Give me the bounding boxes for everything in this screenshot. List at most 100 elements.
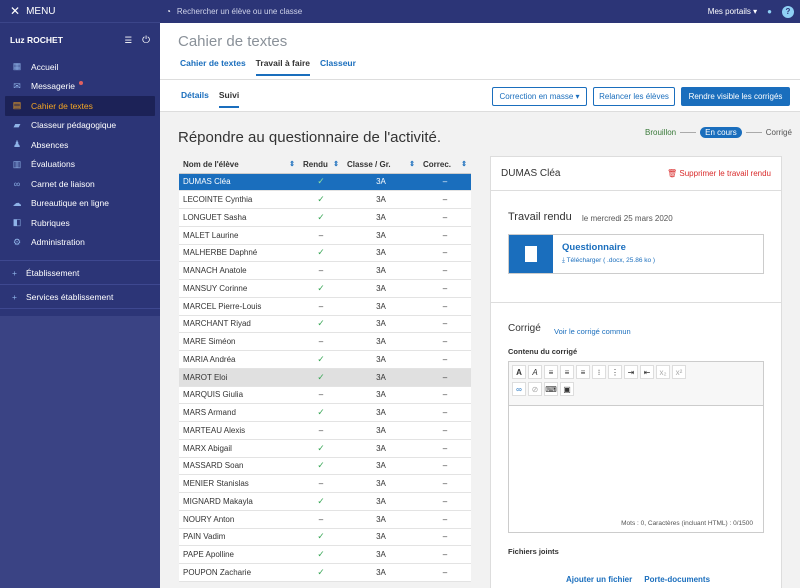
table-row[interactable]: MARE Siméon –3A – (179, 332, 471, 351)
correc-cell: – (419, 244, 471, 263)
sidebar-section-services[interactable]: + Services établissement (0, 285, 160, 309)
file-card[interactable]: Questionnaire ⤓ Télécharger ( .docx, 25.… (508, 234, 764, 274)
section-label: Services établissement (25, 291, 114, 302)
check-icon: ✓ (317, 407, 325, 418)
page-title: Cahier de textes (178, 33, 288, 50)
col-correc[interactable]: Correc. ⇕ (419, 156, 471, 174)
table-row[interactable]: MASSARD Soan ✓ 3A – (179, 457, 471, 476)
table-row[interactable]: MARCHANT Riyad ✓ 3A – (179, 315, 471, 334)
sidebar-item-6[interactable]: ∞ Carnet de liaison (0, 174, 160, 194)
table-row[interactable]: MIGNARD Makayla ✓ 3A – (179, 492, 471, 511)
align-center-icon[interactable]: ≡ (560, 365, 574, 379)
section-label: Établissement (25, 267, 80, 278)
outdent-icon[interactable]: ⇤ (640, 365, 654, 379)
sidebar-item-7[interactable]: ☁ Bureautique en ligne (0, 194, 160, 214)
table-row[interactable]: LONGUET Sasha ✓ 3A – (179, 208, 471, 227)
table-row[interactable]: MALHERBE Daphné ✓ 3A – (179, 244, 471, 263)
tab-travail[interactable]: Travail à faire (255, 58, 311, 76)
table-row[interactable]: MENIER Stanislas –3A – (179, 474, 471, 493)
numbered-list-icon[interactable]: ⋮ (608, 365, 622, 379)
tab-cahier[interactable]: Cahier de textes (180, 58, 246, 76)
porte-documents-link[interactable]: Porte-documents (644, 575, 710, 584)
menu-toggle[interactable]: ✕ MENU (0, 0, 160, 23)
close-icon: ✕ (10, 4, 21, 18)
rendu-cell: ✓ (299, 545, 343, 564)
tab-details[interactable]: Détails (181, 90, 209, 108)
sidebar-item-9[interactable]: ⚙ Administration (0, 233, 160, 253)
delete-work-link[interactable]: 🗑 Supprimer le travail rendu (667, 169, 771, 178)
subscript-icon[interactable]: x₂ (656, 365, 670, 379)
table-row[interactable]: POUPON Zacharie ✓ 3A – (179, 563, 471, 582)
sidebar-item-0[interactable]: ▦ Accueil (0, 57, 160, 77)
align-left-icon[interactable]: ≡ (544, 365, 558, 379)
classe-cell: 3A (343, 226, 419, 245)
check-icon: ✓ (317, 247, 325, 258)
col-name[interactable]: Nom de l'élève ⇕ (179, 156, 299, 174)
sidebar-item-4[interactable]: ♟ Absences (0, 135, 160, 155)
classe-cell: 3A (343, 474, 419, 493)
table-row[interactable]: MARCEL Pierre-Louis –3A – (179, 297, 471, 316)
table-row[interactable]: MAROT Eloi ✓ 3A – (179, 368, 471, 387)
correction-dropdown-button[interactable]: Correction en masse ▾ (492, 87, 587, 106)
relancer-button[interactable]: Relancer les élèves (593, 87, 675, 106)
sidebar-item-1[interactable]: ✉ Messagerie (0, 77, 160, 97)
power-icon[interactable]: ⏻ (142, 35, 150, 46)
col-classe[interactable]: Classe / Gr. ⇕ (343, 156, 419, 174)
table-row[interactable]: MANACH Anatole –3A – (179, 261, 471, 280)
bullet-list-icon[interactable]: ⁝ (592, 365, 606, 379)
table-row[interactable]: MARS Armand ✓ 3A – (179, 403, 471, 422)
settings-sliders-icon[interactable]: ☰ (124, 35, 132, 46)
table-row[interactable]: PAIN Vadim ✓ 3A – (179, 528, 471, 547)
gear-icon: ⚙ (12, 236, 22, 247)
table-row[interactable]: MALET Laurine –3A – (179, 226, 471, 245)
correc-cell: – (419, 279, 471, 298)
topbar: ◔ Rechercher un élève ou une classe Mes … (160, 0, 800, 23)
align-right-icon[interactable]: ≡ (576, 365, 590, 379)
check-icon: ✓ (317, 442, 325, 453)
help-icon[interactable]: ? (782, 5, 794, 18)
text-color-icon[interactable]: A (512, 365, 526, 379)
plus-icon: + (12, 267, 17, 278)
text-style-icon[interactable]: A (528, 365, 542, 379)
table-row[interactable]: DUMAS Cléa ✓ 3A – (179, 173, 471, 192)
table-row[interactable]: NOURY Anton –3A – (179, 510, 471, 529)
unlink-icon[interactable]: ⊘ (528, 382, 542, 396)
table-row[interactable]: MARTEAU Alexis –3A – (179, 421, 471, 440)
portals-dropdown[interactable]: Mes portails ▾ (708, 7, 757, 16)
table-row[interactable]: PAPE Apolline ✓ 3A – (179, 545, 471, 564)
search-input[interactable]: ◔ Rechercher un élève ou une classe (166, 7, 302, 16)
sidebar-item-5[interactable]: ▥ Évaluations (0, 155, 160, 175)
corrige-commun-link[interactable]: Voir le corrigé commun (554, 327, 631, 336)
table-row[interactable]: LECOINTE Cynthia ✓ 3A – (179, 190, 471, 209)
rich-text-editor[interactable]: A A ≡ ≡ ≡ ⁝ ⋮ ⇥ ⇤ x₂ x² ∞ ⊘ ⌨ ▣ Mots: 0… (508, 361, 764, 533)
col-rendu[interactable]: Rendu ⇕ (299, 156, 343, 174)
sidebar-item-3[interactable]: ▰ Classeur pédagogique (0, 116, 160, 136)
sidebar-item-8[interactable]: ◧ Rubriques (0, 213, 160, 233)
user-name: Luz ROCHET (10, 35, 63, 45)
indent-icon[interactable]: ⇥ (624, 365, 638, 379)
table-row[interactable]: MARIA Andréa ✓ 3A – (179, 350, 471, 369)
sidebar-section-etablissement[interactable]: + Établissement (0, 261, 160, 285)
superscript-icon[interactable]: x² (672, 365, 686, 379)
sort-icon: ⇕ (289, 160, 295, 168)
student-name: MARX Abigail (179, 439, 299, 458)
folder-icon: ▰ (13, 119, 21, 130)
source-code-icon[interactable]: ⌨ (544, 382, 558, 396)
sort-icon: ⇕ (409, 160, 415, 168)
classe-cell: 3A (343, 510, 419, 529)
table-row[interactable]: MARQUIS Giulia –3A – (179, 386, 471, 405)
link-icon[interactable]: ∞ (512, 382, 526, 396)
image-icon[interactable]: ▣ (560, 382, 574, 396)
tab-suivi[interactable]: Suivi (218, 90, 240, 108)
notification-dot (78, 81, 83, 86)
file-name[interactable]: Questionnaire (562, 242, 626, 253)
table-row[interactable]: MARX Abigail ✓ 3A – (179, 439, 471, 458)
correc-cell: – (419, 190, 471, 209)
sidebar-item-2[interactable]: ▤ Cahier de textes (5, 96, 155, 116)
lightbulb-icon[interactable]: ● (767, 7, 772, 16)
download-link[interactable]: ⤓ Télécharger ( .docx, 25.86 ko ) (562, 257, 655, 265)
add-file-link[interactable]: Ajouter un fichier (566, 575, 632, 584)
rendre-visible-button[interactable]: Rendre visible les corrigés (681, 87, 790, 106)
table-row[interactable]: MANSUY Corinne ✓ 3A – (179, 279, 471, 298)
tab-classeur[interactable]: Classeur (320, 58, 356, 76)
